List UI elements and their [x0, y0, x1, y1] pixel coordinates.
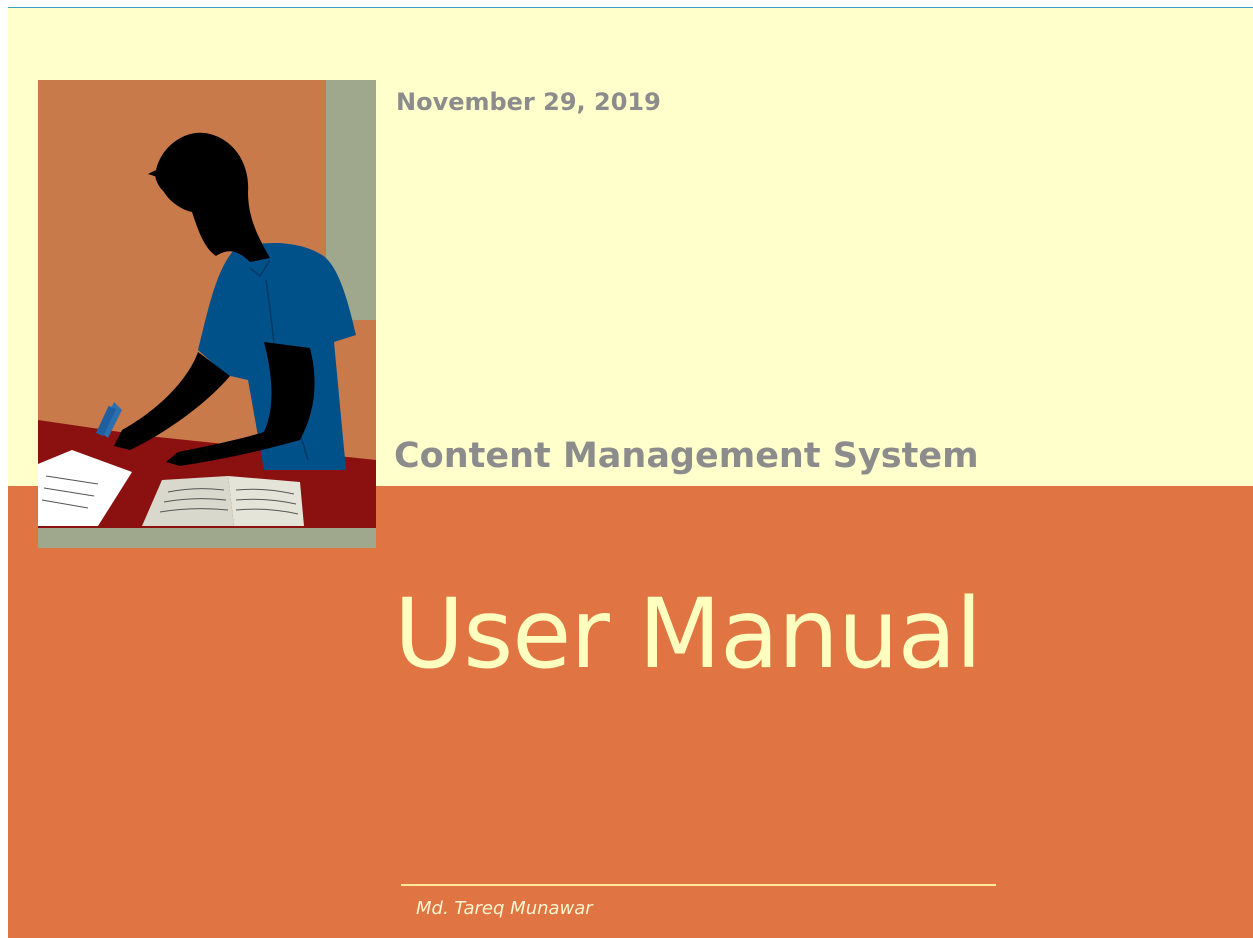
cover-page: November 29, 2019 Content Management Sys… — [0, 0, 1253, 938]
author-divider — [401, 884, 996, 886]
document-title: User Manual — [394, 578, 982, 690]
document-subtitle: Content Management System — [394, 436, 979, 476]
person-writing-illustration-icon — [38, 80, 376, 548]
document-date: November 29, 2019 — [396, 88, 661, 116]
document-author: Md. Tareq Munawar — [416, 898, 593, 919]
bottom-band — [8, 486, 1253, 938]
